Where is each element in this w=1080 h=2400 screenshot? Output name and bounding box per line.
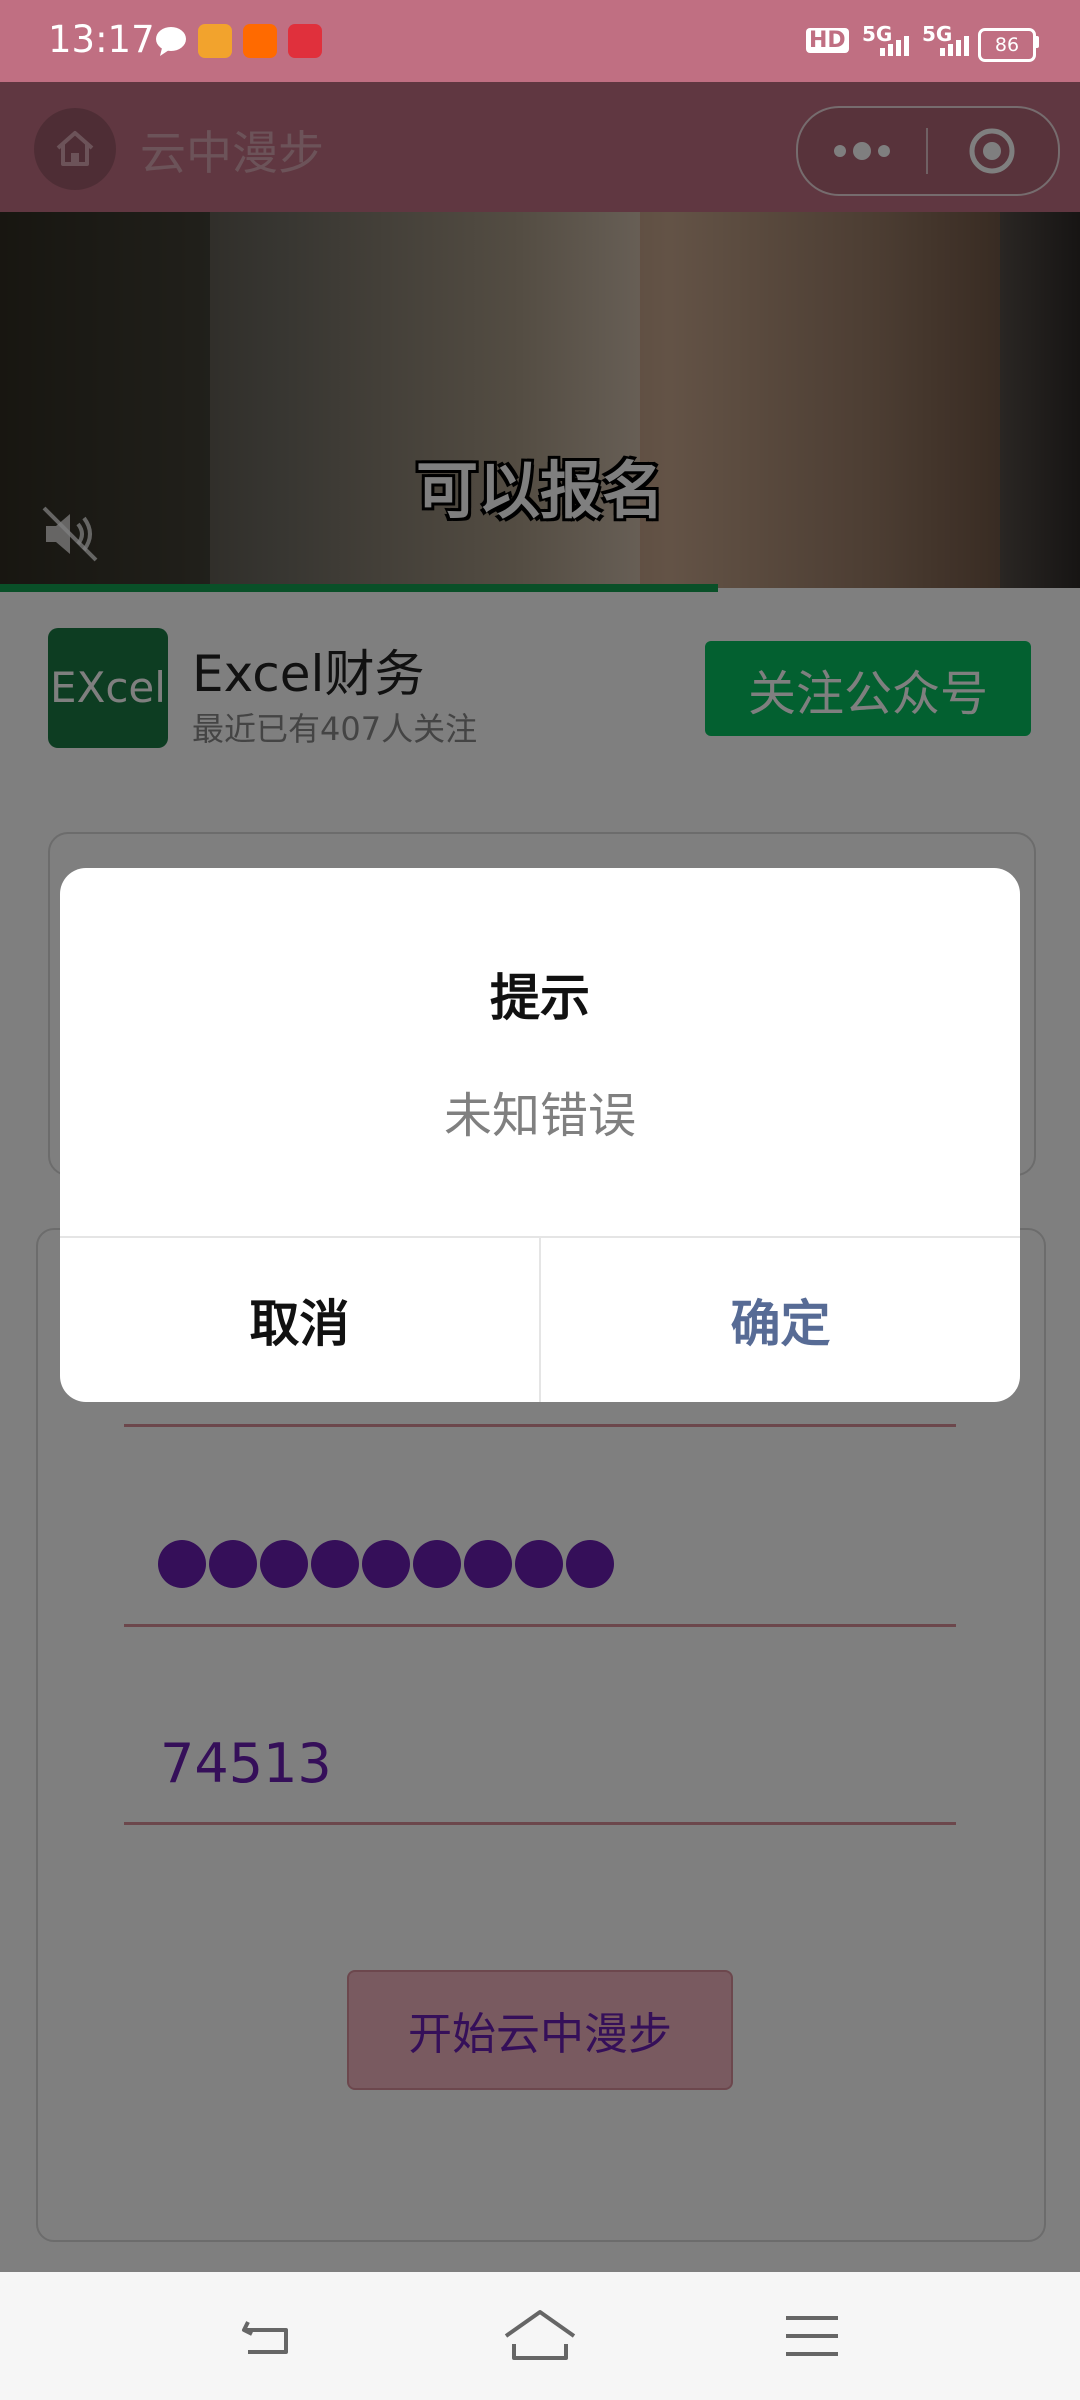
battery-tip [1034, 36, 1039, 48]
cancel-button[interactable]: 取消 [60, 1238, 539, 1402]
alert-dialog: 提示 未知错误 取消 确定 [60, 868, 1020, 1402]
message-bubble-icon [154, 24, 188, 58]
confirm-button[interactable]: 确定 [541, 1238, 1020, 1402]
system-navigation-bar [0, 2272, 1080, 2400]
lion-app-icon [198, 24, 232, 58]
signal-icon-2 [922, 30, 972, 62]
recents-button[interactable] [776, 2300, 848, 2372]
menu-lines-icon [786, 2316, 838, 2356]
back-icon [242, 2321, 288, 2354]
dialog-message: 未知错误 [443, 1088, 636, 1144]
toutiao-icon [288, 24, 322, 58]
dialog-title: 提示 [490, 969, 590, 1027]
battery-icon: 86 [978, 28, 1036, 62]
status-time: 13:17 [48, 18, 155, 61]
hd-badge: HD [806, 28, 849, 53]
house-outline-icon [504, 2310, 576, 2360]
back-button[interactable] [230, 2300, 302, 2372]
home-nav-button[interactable] [502, 2300, 578, 2372]
taobao-icon [243, 24, 277, 58]
signal-icon [862, 30, 912, 62]
